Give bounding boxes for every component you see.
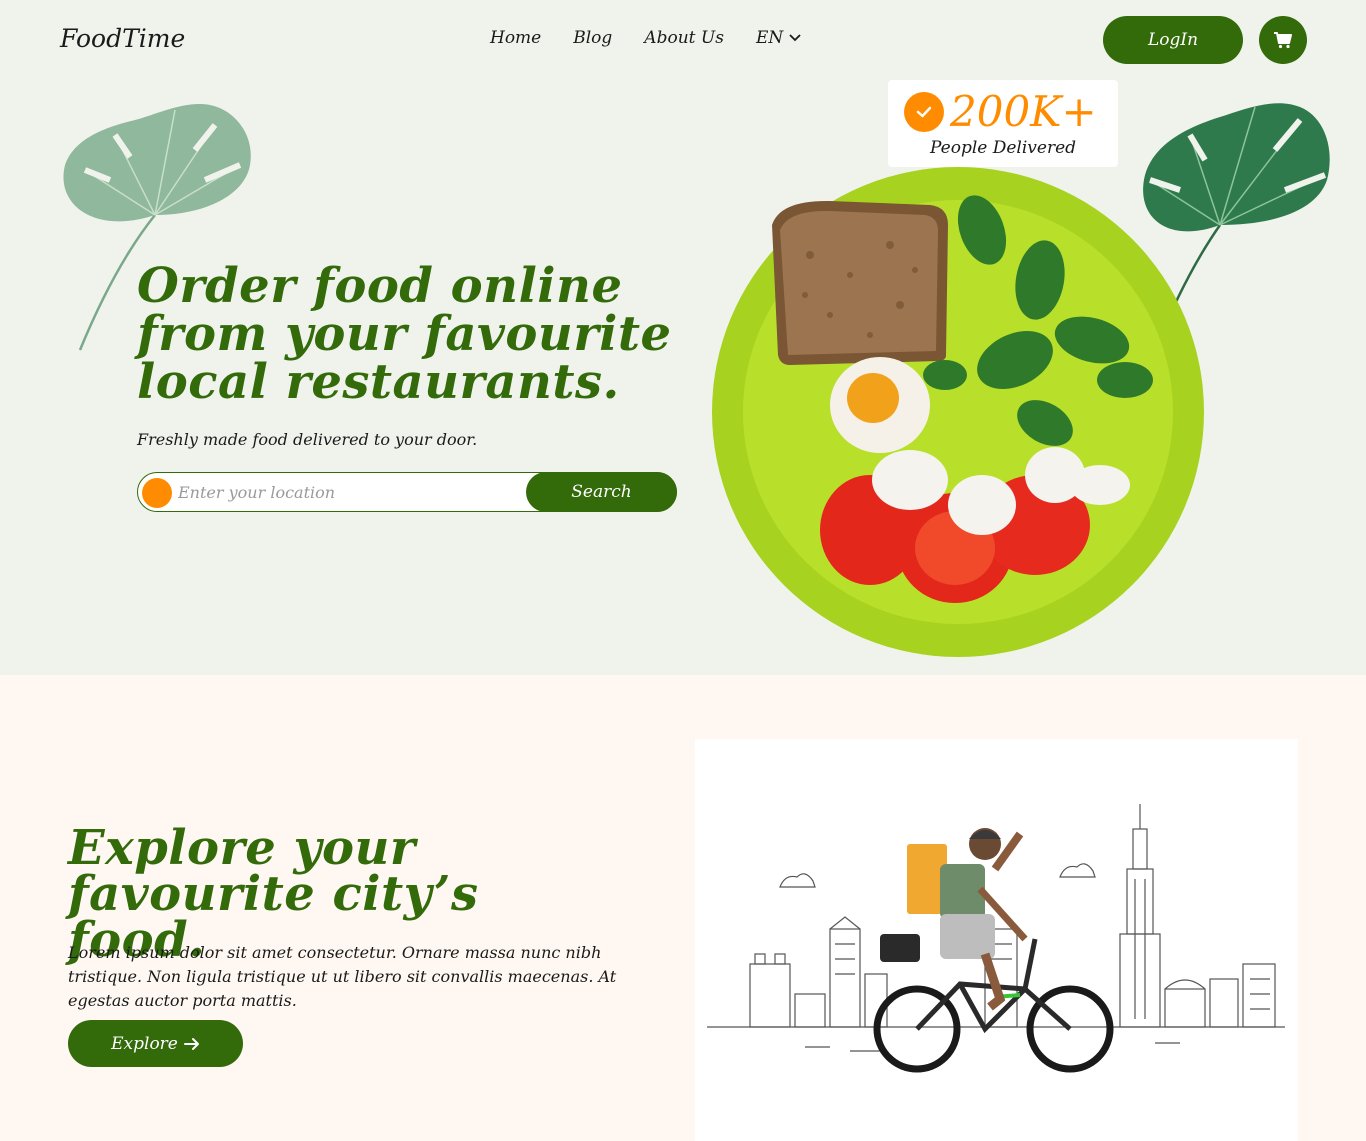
site-header: FoodTime Home Blog About Us EN LogIn bbox=[0, 0, 1366, 80]
cart-button[interactable] bbox=[1259, 16, 1307, 64]
language-select[interactable]: EN bbox=[756, 28, 801, 48]
main-nav: Home Blog About Us EN bbox=[490, 28, 801, 48]
chevron-down-icon bbox=[789, 34, 801, 42]
explore-section: Explore your favourite city’s food. Lore… bbox=[0, 675, 1366, 1141]
location-pin-icon bbox=[142, 478, 172, 508]
nav-link-about-us[interactable]: About Us bbox=[644, 28, 724, 48]
hero-heading-line-3: local restaurants. bbox=[137, 354, 620, 410]
food-plate-image bbox=[712, 167, 1204, 657]
login-button[interactable]: LogIn bbox=[1103, 16, 1243, 64]
nav-link-home[interactable]: Home bbox=[490, 28, 541, 48]
nav-link-blog[interactable]: Blog bbox=[573, 28, 612, 48]
language-label: EN bbox=[755, 28, 784, 48]
delivered-label: People Delivered bbox=[929, 138, 1077, 158]
explore-description: Lorem ipsum dolor sit amet consectetur. … bbox=[68, 943, 617, 1010]
explore-button[interactable]: Explore bbox=[68, 1020, 243, 1067]
hero-subtitle: Freshly made food delivered to your door… bbox=[137, 430, 478, 449]
hero-heading: Order food online from your favourite lo… bbox=[137, 262, 697, 406]
arrow-right-icon bbox=[183, 1037, 199, 1050]
location-search-bar: Search bbox=[137, 471, 677, 512]
city-delivery-illustration bbox=[707, 804, 1285, 1073]
cart-icon bbox=[1274, 32, 1292, 49]
delivered-count: 200K+ bbox=[950, 87, 1097, 136]
explore-button-label: Explore bbox=[111, 1033, 178, 1054]
city-delivery-image-card bbox=[695, 739, 1298, 1141]
search-button[interactable]: Search bbox=[526, 471, 677, 512]
location-input[interactable] bbox=[178, 477, 518, 507]
delivered-stats-badge: 200K+ People Delivered bbox=[888, 80, 1118, 167]
site-logo[interactable]: FoodTime bbox=[60, 24, 185, 53]
check-circle-icon bbox=[904, 92, 944, 132]
hero-section: Order food online from your favourite lo… bbox=[0, 0, 1366, 675]
